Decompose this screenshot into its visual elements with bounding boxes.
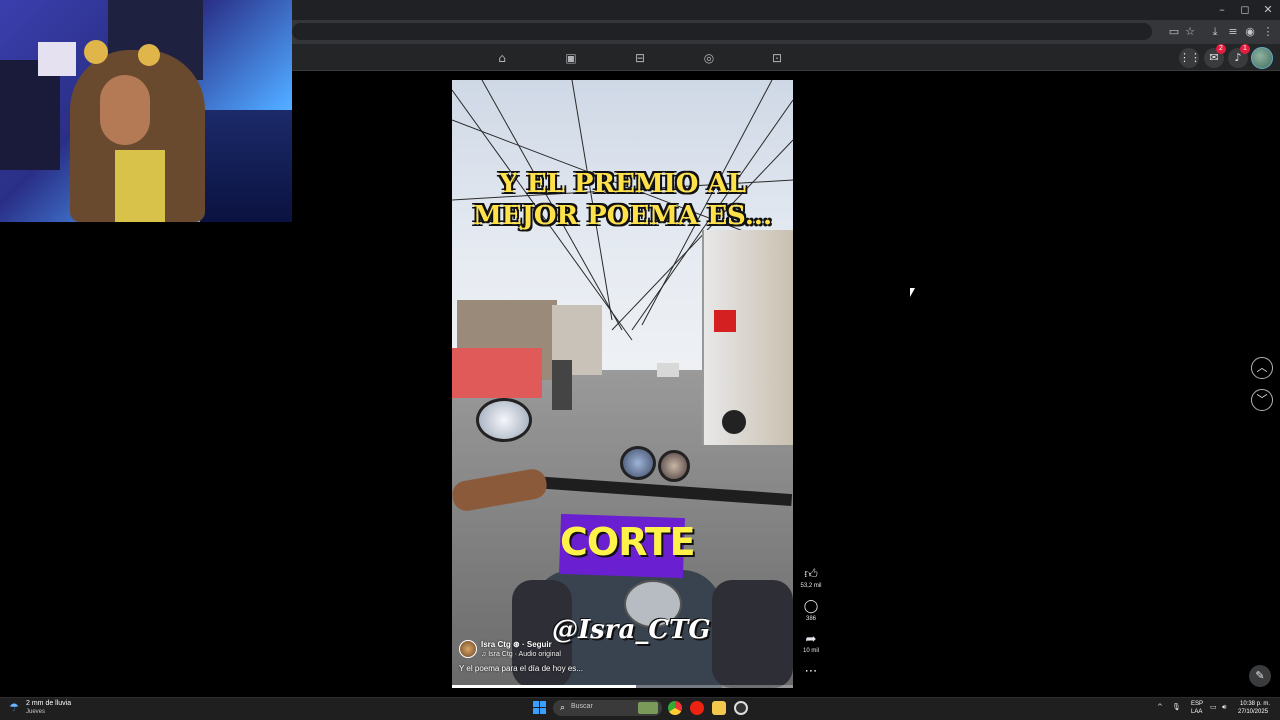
webcam-chair: [200, 110, 292, 222]
marketplace-icon[interactable]: ⊟: [632, 50, 648, 66]
volume-icon[interactable]: 🔊︎: [1222, 703, 1226, 712]
pink-house: [452, 348, 542, 398]
rear-mirror: [476, 398, 532, 442]
rider-leg-right: [712, 580, 793, 688]
post-caption: Y el poema para el día de hoy es...: [459, 664, 583, 673]
tachometer: [658, 450, 690, 482]
compose-message-button[interactable]: ✎: [1249, 665, 1271, 687]
follow-button[interactable]: · Seguir: [522, 640, 552, 649]
author-avatar[interactable]: [459, 640, 477, 658]
truck-wheel: [722, 410, 746, 434]
share-count: 10 mil: [802, 648, 819, 654]
weather-icon[interactable]: ☂: [9, 701, 23, 715]
truck-logo: [714, 310, 736, 332]
gaming-icon[interactable]: ⊡: [769, 50, 785, 66]
video-caption-top: Y EL PREMIO AL MEJOR POEMA ES...: [452, 168, 793, 232]
app-icon[interactable]: [734, 701, 748, 715]
close-window-button[interactable]: ✕: [1261, 3, 1275, 17]
network-icon[interactable]: ▭: [1210, 703, 1217, 711]
webcam-poster: [38, 42, 76, 76]
webcam-hoodie-front: [115, 150, 165, 222]
video-icon[interactable]: ▣: [563, 50, 579, 66]
oncoming-motorcycle: [552, 360, 572, 410]
start-button[interactable]: [533, 701, 547, 715]
next-reel-button[interactable]: ﹀: [1251, 389, 1273, 411]
webcam-shelf: [0, 60, 60, 170]
comment-icon[interactable]: ◯: [803, 599, 819, 615]
author-line[interactable]: Isra Ctg ⊛ · Seguir: [481, 640, 552, 649]
download-icon[interactable]: ⤓: [1208, 25, 1222, 39]
verified-icon: ⊛: [513, 640, 522, 649]
home-icon[interactable]: ⌂: [494, 50, 510, 66]
audio-attribution[interactable]: ♫ Isra Ctg · Audio original: [481, 651, 561, 658]
video-progress-fill: [452, 685, 637, 688]
truck: [702, 230, 793, 445]
keyboard-layout[interactable]: LAA: [1191, 709, 1202, 715]
minimize-button[interactable]: –: [1215, 3, 1229, 17]
caption-line-2: MEJOR POEMA ES...: [472, 201, 773, 231]
weather-day: Jueves: [26, 709, 46, 715]
apps-menu-button[interactable]: ⋮⋮: [1179, 48, 1201, 68]
like-count: 53,2 mil: [800, 583, 822, 589]
bookmark-star-icon[interactable]: ☆: [1183, 25, 1197, 39]
search-icon: ⌕: [560, 703, 566, 713]
webcam-hood-ear-left: [84, 40, 108, 64]
caption-line-1: Y EL PREMIO AL: [499, 169, 746, 199]
mouse-cursor: [910, 288, 915, 297]
profile-icon[interactable]: ◉: [1243, 25, 1257, 39]
previous-reel-button[interactable]: ︿: [1251, 357, 1273, 379]
search-placeholder: Buscar: [571, 703, 593, 710]
video-watermark: @Isra_CTG: [552, 615, 711, 645]
distant-car: [657, 363, 679, 377]
tray-overflow-icon[interactable]: ^: [1157, 703, 1163, 711]
media-control-icon[interactable]: ≡: [1226, 25, 1240, 39]
opera-app-icon[interactable]: [690, 701, 704, 715]
maximize-button[interactable]: ◻: [1238, 3, 1252, 17]
like-icon[interactable]: 👍︎: [803, 567, 819, 583]
share-icon[interactable]: ➦: [803, 632, 819, 648]
file-explorer-icon[interactable]: [712, 701, 726, 715]
microphone-icon[interactable]: 🎙︎: [1172, 703, 1181, 711]
clock-date[interactable]: 27/10/2025: [1238, 709, 1268, 715]
language-code[interactable]: ESP: [1191, 701, 1203, 707]
chrome-app-icon[interactable]: [668, 701, 682, 715]
author-name[interactable]: Isra Ctg: [481, 640, 511, 649]
notifications-badge: 1: [1240, 44, 1250, 54]
account-avatar[interactable]: [1251, 47, 1273, 69]
url-field[interactable]: [292, 23, 1152, 40]
reel-video[interactable]: Y EL PREMIO AL MEJOR POEMA ES... CORTE @…: [452, 80, 793, 688]
speedometer: [620, 446, 656, 480]
groups-icon[interactable]: ◎: [701, 50, 717, 66]
browser-menu-icon[interactable]: ⋮: [1261, 25, 1275, 39]
webcam-hood-ear-right: [138, 44, 160, 66]
more-options-icon[interactable]: ⋯: [803, 664, 819, 680]
webcam-overlay: [0, 0, 292, 222]
cast-icon[interactable]: ▭: [1167, 25, 1181, 39]
search-highlight-image: [638, 702, 658, 714]
clock-time[interactable]: 10:38 p. m.: [1240, 701, 1270, 707]
comment-count: 386: [805, 616, 816, 622]
webcam-person-face: [100, 75, 150, 145]
messenger-badge: 2: [1216, 44, 1226, 54]
corte-sticker-text: CORTE: [560, 520, 696, 564]
weather-condition[interactable]: 2 mm de lluvia: [26, 700, 71, 707]
